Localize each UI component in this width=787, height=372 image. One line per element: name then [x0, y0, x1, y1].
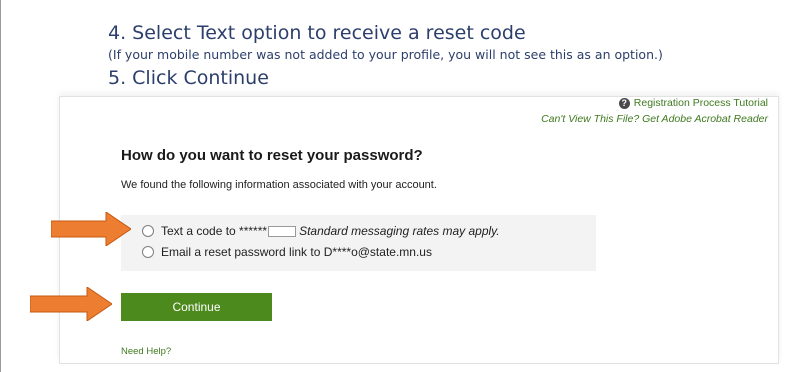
instruction-note: (If your mobile number was not added to …	[108, 47, 663, 62]
right-arrow-icon	[30, 287, 112, 321]
instruction-step-5: 5. Click Continue	[108, 67, 269, 89]
radio-text-code[interactable]	[142, 225, 154, 237]
question-circle-icon: ?	[618, 97, 630, 109]
masked-phone-box	[268, 225, 297, 237]
option-text-code-label: Text a code to ******	[161, 224, 268, 238]
screenshot-page: 4. Select Text option to receive a reset…	[0, 0, 787, 372]
tutorial-link[interactable]: ? Registration Process Tutorial	[618, 97, 768, 109]
tutorial-link-label: Registration Process Tutorial	[633, 97, 768, 109]
reset-options-group: Text a code to ****** Standard messaging…	[121, 215, 596, 271]
need-help-link[interactable]: Need Help?	[121, 346, 171, 357]
radio-email-link[interactable]	[142, 246, 154, 258]
continue-button[interactable]: Continue	[121, 293, 272, 321]
acrobat-reader-link[interactable]: Can't View This File? Get Adobe Acrobat …	[541, 113, 768, 125]
instruction-step-4: 4. Select Text option to receive a reset…	[108, 22, 526, 44]
option-email-link-label: Email a reset password link to D****o@st…	[161, 245, 432, 259]
reset-password-panel: ? Registration Process Tutorial Can't Vi…	[59, 96, 779, 364]
option-text-code[interactable]: Text a code to ****** Standard messaging…	[142, 224, 500, 238]
right-arrow-icon	[51, 212, 131, 246]
option-email-link[interactable]: Email a reset password link to D****o@st…	[142, 245, 432, 259]
found-info-text: We found the following information assoc…	[121, 179, 437, 191]
messaging-rates-note: Standard messaging rates may apply.	[299, 224, 500, 238]
frame-border	[0, 0, 1, 372]
form-title: How do you want to reset your password?	[121, 147, 423, 164]
